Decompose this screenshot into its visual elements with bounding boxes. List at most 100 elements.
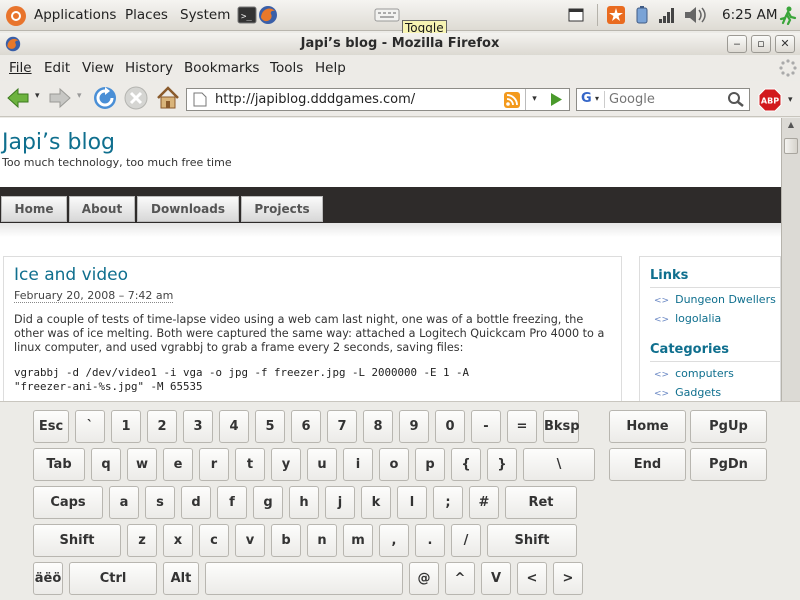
key-pgup[interactable]: PgUp <box>690 410 767 443</box>
key-2[interactable]: 2 <box>147 410 177 443</box>
key-f[interactable]: f <box>217 486 247 519</box>
key-d[interactable]: d <box>181 486 211 519</box>
key-k[interactable]: k <box>361 486 391 519</box>
key-7[interactable]: 7 <box>327 410 357 443</box>
url-bar[interactable]: http://japiblog.dddgames.com/ ▾ <box>186 88 570 111</box>
menu-edit[interactable]: Edit <box>44 60 70 76</box>
key-x2c[interactable]: , <box>379 524 409 557</box>
window-icon[interactable] <box>568 7 584 23</box>
key-e[interactable]: e <box>163 448 193 481</box>
post-date[interactable]: February 20, 2008 – 7:42 am <box>14 289 174 303</box>
key-space[interactable] <box>205 562 403 595</box>
scroll-thumb[interactable] <box>784 138 798 154</box>
reload-icon[interactable] <box>92 85 118 111</box>
key-bksp[interactable]: Bksp <box>543 410 580 443</box>
key-h[interactable]: h <box>289 486 319 519</box>
key-a[interactable]: a <box>109 486 139 519</box>
key-6[interactable]: 6 <box>291 410 321 443</box>
applications-menu[interactable]: Applications <box>34 7 116 23</box>
key-x2d[interactable]: - <box>471 410 501 443</box>
key-end[interactable]: End <box>609 448 686 481</box>
key-p[interactable]: p <box>415 448 445 481</box>
key-n[interactable]: n <box>307 524 337 557</box>
key-8[interactable]: 8 <box>363 410 393 443</box>
key-g[interactable]: g <box>253 486 283 519</box>
clock[interactable]: 6:25 AM <box>722 7 778 23</box>
maximize-button[interactable]: ▫ <box>751 35 771 53</box>
key-x7d[interactable]: } <box>487 448 517 481</box>
tab-about[interactable]: About <box>69 196 135 222</box>
key-5[interactable]: 5 <box>255 410 285 443</box>
key-x[interactable]: x <box>163 524 193 557</box>
go-icon[interactable] <box>547 91 565 108</box>
key-ret[interactable]: Ret <box>505 486 577 519</box>
volume-icon[interactable] <box>682 5 712 25</box>
keyboard-icon[interactable] <box>374 8 400 22</box>
terminal-icon[interactable]: >_ <box>237 5 257 25</box>
key-w[interactable]: w <box>127 448 157 481</box>
post-title[interactable]: Ice and video <box>14 265 128 285</box>
key-shift[interactable]: Shift <box>487 524 577 557</box>
key-x23[interactable]: # <box>469 486 499 519</box>
key-j[interactable]: j <box>325 486 355 519</box>
adblock-dropdown[interactable]: ▾ <box>788 95 793 105</box>
key-x5e[interactable]: ^ <box>445 562 475 595</box>
sidebar-category[interactable]: <> computers <box>654 367 734 380</box>
update-icon[interactable] <box>606 5 626 25</box>
key-x3e[interactable]: > <box>553 562 583 595</box>
key-x60[interactable]: ` <box>75 410 105 443</box>
network-icon[interactable] <box>657 5 677 25</box>
key-x2f[interactable]: / <box>451 524 481 557</box>
key-v[interactable]: v <box>235 524 265 557</box>
key-esc[interactable]: Esc <box>33 410 69 443</box>
key-q[interactable]: q <box>91 448 121 481</box>
key-o[interactable]: o <box>379 448 409 481</box>
key-x5c[interactable]: \ <box>523 448 595 481</box>
key-z[interactable]: z <box>127 524 157 557</box>
ubuntu-logo-icon[interactable] <box>6 6 26 26</box>
vertical-scrollbar[interactable]: ▲ <box>781 118 800 401</box>
menu-file[interactable]: File <box>9 60 32 76</box>
key-m[interactable]: m <box>343 524 373 557</box>
rss-icon[interactable] <box>504 92 520 108</box>
url-text[interactable]: http://japiblog.dddgames.com/ <box>215 92 415 107</box>
tab-home[interactable]: Home <box>1 196 67 222</box>
system-menu[interactable]: System <box>180 7 230 23</box>
key-home[interactable]: Home <box>609 410 686 443</box>
key-xe4xebxf6[interactable]: äëö <box>33 562 63 595</box>
forward-history-dropdown[interactable]: ▾ <box>77 91 82 101</box>
menu-help[interactable]: Help <box>315 60 346 76</box>
key-i[interactable]: i <box>343 448 373 481</box>
key-tab[interactable]: Tab <box>33 448 85 481</box>
home-icon[interactable] <box>155 85 181 111</box>
adblock-icon[interactable]: ABP <box>758 88 782 112</box>
key-0[interactable]: 0 <box>435 410 465 443</box>
key-pgdn[interactable]: PgDn <box>690 448 767 481</box>
key-b[interactable]: b <box>271 524 301 557</box>
search-bar[interactable]: G ▾ <box>576 88 750 111</box>
menu-tools[interactable]: Tools <box>270 60 303 76</box>
stop-icon[interactable] <box>123 85 149 111</box>
forward-icon[interactable] <box>47 85 73 111</box>
key-t[interactable]: t <box>235 448 265 481</box>
menu-history[interactable]: History <box>125 60 173 76</box>
url-history-dropdown[interactable]: ▾ <box>525 89 543 110</box>
minimize-button[interactable]: ‒ <box>727 35 747 53</box>
key-3[interactable]: 3 <box>183 410 213 443</box>
search-icon[interactable] <box>727 91 745 108</box>
logout-icon[interactable] <box>778 5 798 25</box>
back-history-dropdown[interactable]: ▾ <box>35 91 40 101</box>
key-u[interactable]: u <box>307 448 337 481</box>
scroll-up-icon[interactable]: ▲ <box>784 120 798 134</box>
search-engine-button[interactable]: G ▾ <box>579 91 605 108</box>
menu-view[interactable]: View <box>82 60 114 76</box>
tab-downloads[interactable]: Downloads <box>137 196 239 222</box>
close-button[interactable]: ✕ <box>775 35 795 53</box>
search-input[interactable] <box>609 91 724 108</box>
menu-bookmarks[interactable]: Bookmarks <box>184 60 259 76</box>
sidebar-link[interactable]: <> Dungeon Dwellers <box>654 293 776 306</box>
key-ctrl[interactable]: Ctrl <box>69 562 157 595</box>
key-9[interactable]: 9 <box>399 410 429 443</box>
key-l[interactable]: l <box>397 486 427 519</box>
key-x2e[interactable]: . <box>415 524 445 557</box>
